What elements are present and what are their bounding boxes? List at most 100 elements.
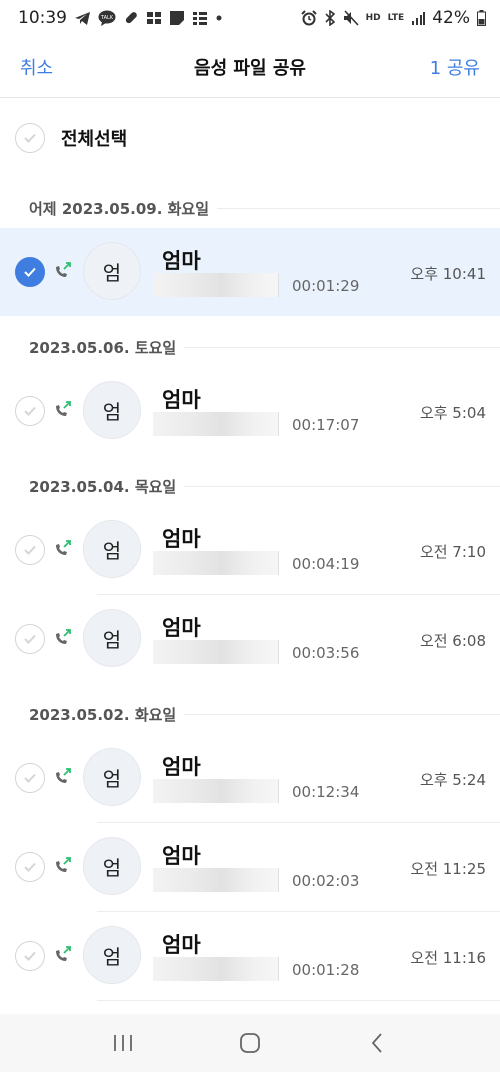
gallery-icon xyxy=(146,10,162,26)
avatar: 엄 xyxy=(83,926,141,984)
status-bar: 10:39 TALK HD LTE 42% xyxy=(0,0,500,36)
avatar: 엄 xyxy=(83,748,141,806)
contact-name: 엄마 xyxy=(162,755,201,779)
date-header: 어제 2023.05.09. 화요일 xyxy=(29,198,500,219)
divider xyxy=(97,1000,500,1001)
redacted-number xyxy=(153,412,279,436)
redacted-number xyxy=(153,957,279,981)
redacted-number xyxy=(153,779,279,803)
call-time: 오후 5:04 xyxy=(419,404,486,422)
check-icon xyxy=(24,267,36,277)
select-all-row[interactable]: 전체선택 xyxy=(0,110,500,166)
recording-row[interactable]: 엄 엄마 00:03:56 오전 6:08 xyxy=(0,595,500,683)
check-icon xyxy=(24,406,36,416)
outgoing-call-icon xyxy=(56,857,71,872)
hd-voice-icon: HD xyxy=(365,12,381,23)
date-header: 2023.05.06. 토요일 xyxy=(29,337,500,358)
divider xyxy=(97,822,500,823)
date-header: 2023.05.04. 목요일 xyxy=(29,476,500,497)
row-checkbox[interactable] xyxy=(15,763,45,793)
row-checkbox[interactable] xyxy=(15,257,45,287)
back-icon[interactable] xyxy=(357,1023,397,1063)
call-duration: 00:01:28 xyxy=(292,961,360,979)
contact-name: 엄마 xyxy=(162,844,201,868)
system-nav-bar xyxy=(0,1014,500,1072)
recording-row[interactable]: 엄 엄마 00:01:29 오후 10:41 xyxy=(0,228,500,316)
recording-row[interactable]: 엄 엄마 00:12:34 오후 5:24 xyxy=(0,734,500,822)
check-icon xyxy=(24,133,36,143)
recording-row[interactable]: 엄 엄마 00:04:19 오전 7:10 xyxy=(0,506,500,594)
call-time: 오전 11:16 xyxy=(410,949,486,967)
divider xyxy=(97,911,500,912)
pill-icon xyxy=(123,10,139,26)
mute-icon xyxy=(343,10,359,26)
outgoing-call-icon xyxy=(56,401,71,416)
contact-name: 엄마 xyxy=(162,616,201,640)
outgoing-call-icon xyxy=(56,540,71,555)
notes-icon xyxy=(169,10,185,26)
outgoing-call-icon xyxy=(56,946,71,961)
call-duration: 00:01:29 xyxy=(292,277,360,295)
call-duration: 00:17:07 xyxy=(292,416,360,434)
grid-icon xyxy=(192,10,208,26)
redacted-number xyxy=(153,640,279,664)
avatar: 엄 xyxy=(83,520,141,578)
outgoing-call-icon xyxy=(56,768,71,783)
redacted-number xyxy=(153,868,279,892)
call-duration: 00:03:56 xyxy=(292,644,360,662)
call-time: 오전 6:08 xyxy=(419,632,486,650)
recording-row[interactable]: 엄 엄마 00:17:07 오후 5:04 xyxy=(0,367,500,455)
row-checkbox[interactable] xyxy=(15,396,45,426)
recording-row[interactable]: 엄 엄마 00:02:03 오전 11:25 xyxy=(0,823,500,911)
row-checkbox[interactable] xyxy=(15,624,45,654)
app-header: 취소 음성 파일 공유 1 공유 xyxy=(0,36,500,98)
svg-text:TALK: TALK xyxy=(100,15,114,21)
check-icon xyxy=(24,773,36,783)
battery-percent: 42% xyxy=(432,8,470,28)
lte-label: LTE xyxy=(387,13,405,23)
call-duration: 00:04:19 xyxy=(292,555,360,573)
hd-label: HD xyxy=(365,12,381,23)
row-checkbox[interactable] xyxy=(15,941,45,971)
avatar: 엄 xyxy=(83,242,141,300)
call-time: 오후 10:41 xyxy=(410,265,486,283)
cancel-button[interactable]: 취소 xyxy=(20,54,53,80)
alarm-icon xyxy=(300,10,317,26)
talk-icon: TALK xyxy=(98,10,116,26)
home-icon[interactable] xyxy=(230,1023,270,1063)
row-checkbox[interactable] xyxy=(15,535,45,565)
contact-name: 엄마 xyxy=(162,933,201,957)
clock: 10:39 xyxy=(18,8,67,28)
recording-row[interactable]: 엄 엄마 00:01:28 오전 11:16 xyxy=(0,912,500,1000)
avatar: 엄 xyxy=(83,609,141,667)
check-icon xyxy=(24,951,36,961)
redacted-number xyxy=(153,273,279,297)
redacted-number xyxy=(153,551,279,575)
battery-icon xyxy=(477,10,486,26)
check-icon xyxy=(24,634,36,644)
dot-icon xyxy=(215,14,223,22)
call-time: 오후 5:24 xyxy=(419,771,486,789)
contact-name: 엄마 xyxy=(162,388,201,412)
contact-name: 엄마 xyxy=(162,249,201,273)
divider xyxy=(97,594,500,595)
contact-name: 엄마 xyxy=(162,527,201,551)
select-all-checkbox[interactable] xyxy=(15,123,45,153)
date-header: 2023.05.02. 화요일 xyxy=(29,704,500,725)
call-time: 오전 11:25 xyxy=(410,860,486,878)
signal-icon xyxy=(411,11,426,25)
outgoing-call-icon xyxy=(56,629,71,644)
page-title: 음성 파일 공유 xyxy=(194,57,306,79)
row-checkbox[interactable] xyxy=(15,852,45,882)
outgoing-call-icon xyxy=(56,262,71,277)
call-duration: 00:12:34 xyxy=(292,783,360,801)
telegram-icon xyxy=(74,11,91,26)
recents-icon[interactable] xyxy=(103,1023,143,1063)
call-duration: 00:02:03 xyxy=(292,872,360,890)
share-button[interactable]: 1 공유 xyxy=(430,54,480,80)
bluetooth-icon xyxy=(324,10,336,26)
check-icon xyxy=(24,862,36,872)
avatar: 엄 xyxy=(83,381,141,439)
call-time: 오전 7:10 xyxy=(419,543,486,561)
select-all-label: 전체선택 xyxy=(61,129,128,150)
